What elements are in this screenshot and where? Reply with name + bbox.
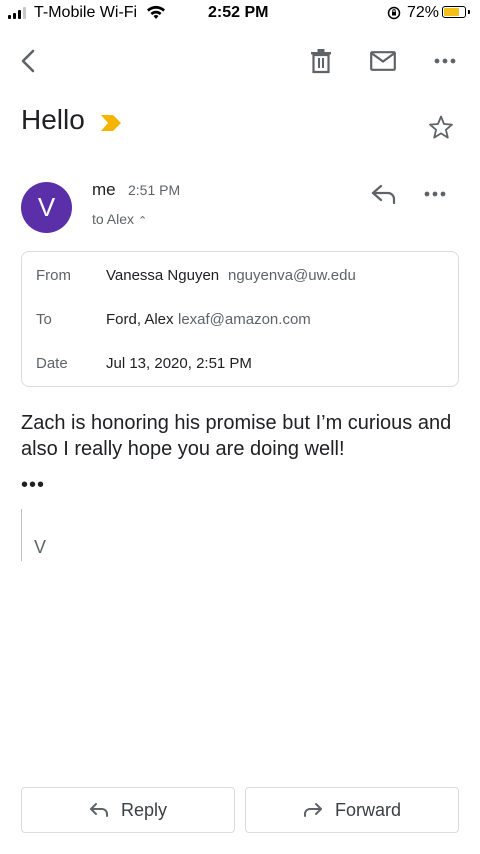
from-label: From [36, 267, 71, 284]
recipient-summary: to Alex [92, 211, 135, 227]
reply-arrow-icon [89, 803, 108, 817]
status-bar: T-Mobile Wi-Fi 2:52 PM 72% [0, 0, 480, 28]
forward-arrow-icon [303, 803, 322, 817]
mail-icon[interactable] [360, 38, 406, 84]
wifi-icon [146, 5, 166, 25]
date-label: Date [36, 355, 68, 372]
email-subject: Hello [21, 104, 85, 135]
email-body: Zach is honoring his promise but I’m cur… [21, 412, 452, 460]
battery-icon [442, 6, 470, 18]
from-name: Vanessa Nguyen [106, 267, 220, 284]
to-email[interactable]: lexaf@amazon.com [178, 311, 311, 328]
to-label: To [36, 311, 52, 328]
rotation-lock-icon [387, 6, 401, 25]
chevron-up-icon: ⌃ [138, 215, 148, 227]
battery-percent: 72% [407, 4, 440, 21]
more-icon[interactable] [422, 38, 468, 84]
signature: V [34, 537, 47, 557]
recipient-toggle[interactable]: to Alex ⌃ [92, 211, 147, 227]
star-icon[interactable] [428, 114, 454, 145]
reply-button[interactable]: Reply [21, 787, 235, 833]
from-email[interactable]: nguyenva@uw.edu [228, 267, 356, 284]
carrier-label: T-Mobile Wi-Fi [34, 4, 138, 21]
status-time: 2:52 PM [208, 4, 269, 21]
quote-bar [21, 509, 22, 561]
avatar[interactable]: V [21, 182, 72, 233]
trash-icon[interactable] [298, 38, 344, 84]
show-trimmed-content-button[interactable]: ••• [21, 474, 45, 497]
toolbar [0, 38, 480, 84]
sender-name: me [92, 180, 116, 199]
message-details: From Vanessa Nguyen nguyenva@uw.edu To F… [21, 251, 459, 387]
importance-marker-icon[interactable] [100, 114, 122, 137]
reply-label: Reply [120, 799, 168, 820]
forward-label: Forward [334, 799, 401, 820]
to-name: Ford, Alex [106, 311, 174, 328]
signal-icon [8, 7, 26, 19]
reply-icon[interactable] [370, 183, 398, 210]
forward-button[interactable]: Forward [245, 787, 459, 833]
sent-time: 2:51 PM [128, 182, 181, 198]
date-value: Jul 13, 2020, 2:51 PM [106, 355, 252, 372]
message-more-icon[interactable] [424, 183, 446, 210]
back-icon[interactable] [6, 38, 52, 84]
